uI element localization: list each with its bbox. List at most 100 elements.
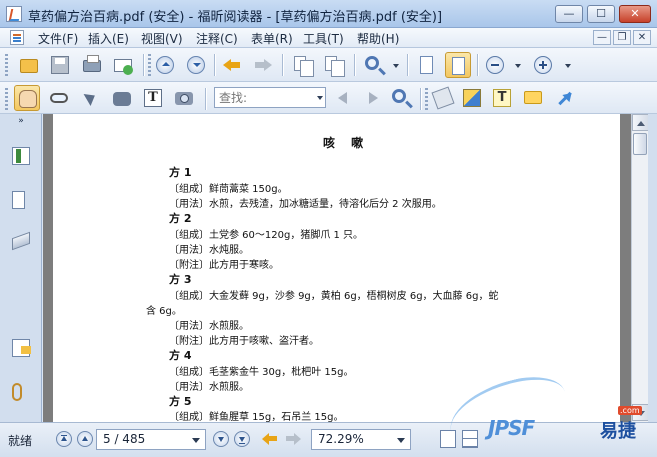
remedy-heading: 方 5 [169, 395, 192, 408]
watermark-brand: JPSF [488, 416, 535, 440]
status-text: 就绪 [8, 434, 33, 448]
first-page-button[interactable] [56, 431, 72, 447]
text-line: 〔组成〕大金发藓 9g，沙参 9g，黄柏 6g，梧桐树皮 6g，大血藤 6g，蛇 [169, 291, 499, 302]
toolbar-separator [420, 88, 421, 110]
next-page-button[interactable] [183, 52, 209, 78]
comments-panel-button[interactable] [8, 336, 34, 362]
toolbar-grip[interactable] [5, 88, 8, 110]
save-icon [51, 56, 69, 74]
doc-close-button[interactable]: ✕ [633, 30, 651, 45]
zoom-level-dropdown-icon[interactable] [397, 438, 405, 447]
scroll-up-button[interactable] [632, 114, 649, 131]
status-forward-button[interactable] [285, 432, 301, 446]
tools-toolbar: T T [0, 82, 657, 114]
reading-mode-button[interactable] [46, 85, 72, 111]
watermark-badge: .com [618, 406, 642, 415]
menu-tools[interactable]: 工具(T) [303, 30, 344, 47]
window-title: 草药偏方治百病.pdf (安全) - 福昕阅读器 - [草药偏方治百病.pdf … [28, 10, 443, 25]
menu-view[interactable]: 视图(V) [141, 30, 183, 47]
toolbar-grip[interactable] [425, 88, 428, 110]
search-box[interactable] [214, 87, 326, 108]
previous-page-button[interactable] [152, 52, 178, 78]
insert-pages-button[interactable] [321, 52, 347, 78]
toolbar-grip[interactable] [148, 54, 151, 76]
print-button[interactable] [79, 52, 105, 78]
find-tool-button[interactable] [109, 85, 135, 111]
email-button[interactable] [110, 52, 136, 78]
typewriter-button[interactable]: T [489, 85, 515, 111]
note-tool-button[interactable] [520, 85, 546, 111]
menu-form[interactable]: 表单(R) [251, 30, 293, 47]
text-line: 〔附注〕此方用于寒咳。 [169, 260, 279, 271]
doc-minimize-button[interactable]: — [593, 30, 611, 45]
menu-bar: 文件(F) 插入(E) 视图(V) 注释(C) 表单(R) 工具(T) 帮助(H… [0, 28, 657, 48]
menu-help[interactable]: 帮助(H) [357, 30, 399, 47]
search-dropdown-icon[interactable] [317, 96, 323, 103]
menu-file[interactable]: 文件(F) [38, 30, 78, 47]
pdf-page: 咳 嗽 方 1 〔组成〕鲜茼蒿菜 150g。 〔用法〕水煎，去残渣，加冰糖适量，… [53, 114, 620, 422]
zoom-dropdown-icon[interactable] [393, 64, 399, 71]
back-button[interactable] [219, 52, 245, 78]
toolbar-separator [354, 54, 355, 76]
pages-panel-button[interactable] [8, 188, 34, 214]
status-back-button[interactable] [262, 432, 278, 446]
save-button[interactable] [47, 52, 73, 78]
fit-page-icon [420, 56, 433, 74]
zoom-level-field[interactable]: 72.29% [311, 429, 411, 450]
snapshot-button[interactable] [171, 85, 197, 111]
open-button[interactable] [16, 52, 42, 78]
doc-restore-button[interactable]: ❐ [613, 30, 631, 45]
triangle-right-icon [363, 89, 381, 107]
arrow-tool-button[interactable] [551, 85, 577, 111]
vertical-scrollbar[interactable] [631, 114, 649, 422]
toolbar-grip[interactable] [5, 54, 8, 76]
zoom-in-button[interactable] [530, 52, 556, 78]
last-page-button[interactable] [234, 431, 250, 447]
zoom-out-button[interactable] [482, 52, 508, 78]
text-line: 〔用法〕水煎，去残渣，加冰糖适量，待溶化后分 2 次服用。 [169, 199, 442, 210]
text-line: 含 6g。 [146, 306, 182, 317]
select-tool-button[interactable] [78, 85, 104, 111]
next-page-status-button[interactable] [213, 431, 229, 447]
remedy-heading: 方 3 [169, 273, 192, 286]
hand-tool-button[interactable] [14, 85, 40, 111]
fit-width-button[interactable] [445, 52, 471, 78]
zoom-in-dropdown-icon[interactable] [565, 64, 571, 71]
prev-page-button[interactable] [77, 431, 93, 447]
pencil-tool-button[interactable] [459, 85, 485, 111]
close-button[interactable]: ✕ [619, 5, 651, 23]
chevron-up-icon [156, 56, 174, 74]
page-dropdown-icon[interactable] [192, 438, 200, 447]
pencil-icon [463, 89, 481, 107]
arrow-right-icon [254, 56, 272, 74]
extract-pages-button[interactable] [290, 52, 316, 78]
zoom-in-icon [365, 56, 379, 70]
maximize-button[interactable]: ☐ [587, 5, 615, 23]
collapse-sidebar-button[interactable]: » [0, 114, 42, 128]
page-heading: 咳 嗽 [323, 136, 370, 150]
page-number-field[interactable]: 5 / 485 [96, 429, 206, 450]
bookmarks-panel-button[interactable] [8, 144, 34, 170]
text-select-button[interactable]: T [140, 85, 166, 111]
advanced-search-button[interactable] [388, 85, 414, 111]
find-previous-button[interactable] [330, 85, 356, 111]
zoom-tool-button[interactable] [361, 52, 387, 78]
zoom-out-dropdown-icon[interactable] [515, 64, 521, 71]
search-input[interactable] [215, 88, 310, 107]
menu-comment[interactable]: 注释(C) [196, 30, 238, 47]
app-icon [6, 6, 22, 22]
attachments-panel-button[interactable] [8, 380, 34, 406]
scroll-thumb[interactable] [633, 133, 647, 155]
find-next-button[interactable] [359, 85, 385, 111]
fit-page-button[interactable] [414, 52, 440, 78]
document-view[interactable]: 咳 嗽 方 1 〔组成〕鲜茼蒿菜 150g。 〔用法〕水煎，去残渣，加冰糖适量，… [43, 114, 631, 422]
forward-button[interactable] [250, 52, 276, 78]
menu-insert[interactable]: 插入(E) [88, 30, 129, 47]
eraser-tool-button[interactable] [430, 85, 456, 111]
minimize-button[interactable]: — [555, 5, 583, 23]
document-icon[interactable] [10, 30, 24, 45]
text-line: 〔用法〕水炖服。 [169, 245, 249, 256]
fit-width-icon [452, 57, 465, 75]
layers-panel-button[interactable] [8, 231, 34, 258]
eraser-icon [431, 86, 455, 110]
